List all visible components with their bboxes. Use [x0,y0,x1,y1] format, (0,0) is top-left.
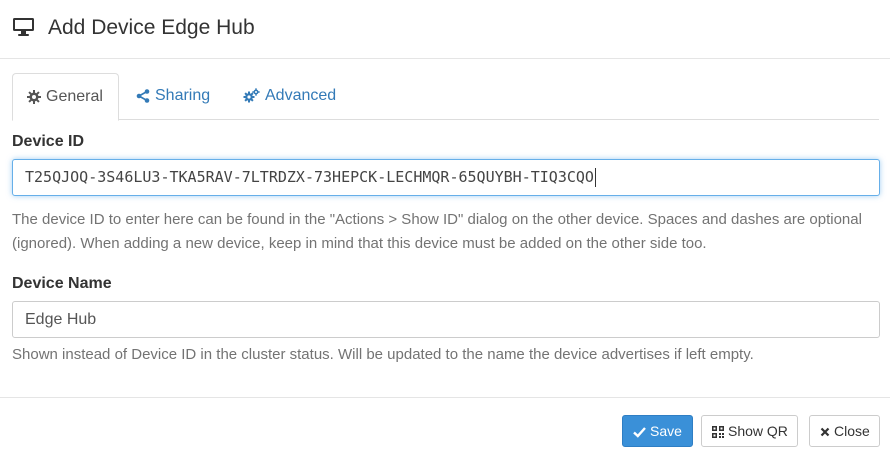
close-button-label: Close [834,423,870,439]
share-icon [136,88,150,103]
text-caret [594,168,596,187]
check-icon [633,427,646,439]
tab-sharing[interactable]: Sharing [136,73,210,120]
desktop-icon [13,18,34,36]
cogs-icon [243,88,260,103]
save-button[interactable]: Save [622,415,693,447]
device-name-help: Shown instead of Device ID in the cluste… [12,346,754,363]
show-qr-button-label: Show QR [728,423,788,439]
device-name-label: Device Name [12,275,112,292]
dialog-header: Add Device Edge Hub [0,0,890,59]
device-id-label: Device ID [12,133,85,150]
save-button-label: Save [650,423,682,439]
device-name-input[interactable]: Edge Hub [12,301,880,338]
close-button[interactable]: Close [809,415,880,447]
tab-general[interactable]: General [12,73,119,121]
device-id-input[interactable]: T25QJOQ-3S46LU3-TKA5RAV-7LTRDZX-73HEPCK-… [12,159,880,196]
qrcode-icon [712,426,724,439]
dialog-footer: Save Show QR Close [0,397,890,459]
gear-icon [27,89,41,104]
close-icon [820,428,830,437]
tab-advanced-label: Advanced [265,87,337,104]
tab-sharing-label: Sharing [155,87,211,104]
dialog-title: Add Device Edge Hub [48,16,255,39]
device-id-value: T25QJOQ-3S46LU3-TKA5RAV-7LTRDZX-73HEPCK-… [25,168,594,186]
tab-advanced[interactable]: Advanced [243,73,336,120]
show-qr-button[interactable]: Show QR [701,415,798,447]
tab-bar: General Sharing Advanced [12,73,879,121]
tab-general-label: General [46,88,103,105]
device-id-help: The device ID to enter here can be found… [12,211,862,252]
